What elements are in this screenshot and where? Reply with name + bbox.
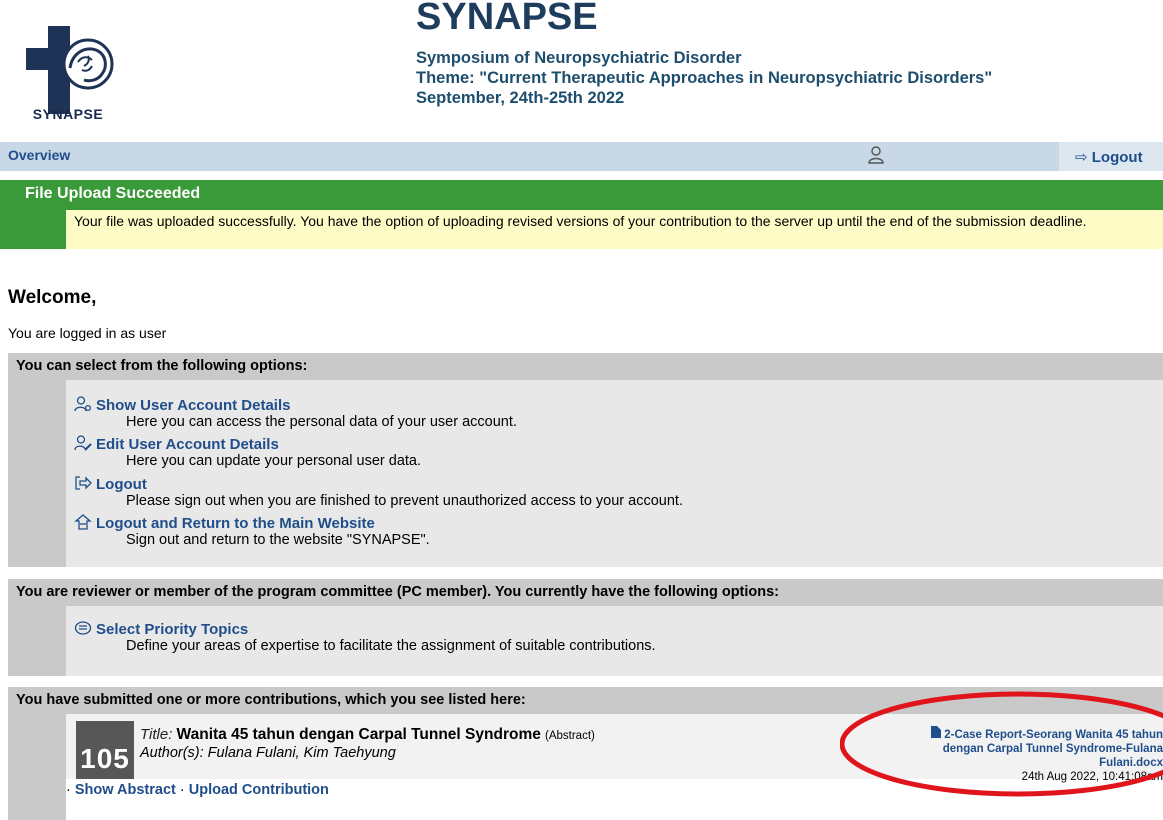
- user-view-icon: [74, 396, 92, 412]
- site-title: SYNAPSE: [416, 0, 598, 38]
- home-return-icon: [74, 514, 92, 530]
- logout-desc: Please sign out when you are finished to…: [126, 493, 683, 509]
- action-separator: ·: [66, 782, 71, 798]
- nav-logout-button[interactable]: ⇨ Logout: [1059, 142, 1163, 171]
- contribution-id-badge: 105: [76, 721, 134, 779]
- edit-account-link[interactable]: Edit User Account Details: [74, 435, 279, 453]
- logout-link[interactable]: Logout: [74, 476, 147, 493]
- priority-topics-link[interactable]: Select Priority Topics: [74, 621, 248, 638]
- subtitle-line: September, 24th-25th 2022: [416, 89, 625, 107]
- section-gutter: [8, 606, 66, 676]
- topics-icon: [74, 621, 92, 635]
- nav-bar: Overview ⇨ Logout: [0, 142, 1163, 171]
- logout-return-link[interactable]: Logout and Return to the Main Website: [74, 514, 375, 532]
- contribution-type: (Abstract): [545, 730, 595, 742]
- page-header: SYNAPSE SYNAPSE Symposium of Neuropsychi…: [0, 0, 1163, 140]
- logout-label: Logout: [96, 476, 147, 493]
- option-priority-topics: Select Priority Topics Define your areas…: [74, 620, 656, 654]
- show-account-label: Show User Account Details: [96, 397, 291, 414]
- show-account-desc: Here you can access the personal data of…: [126, 414, 517, 430]
- annotation-highlight-ellipse: [840, 691, 1163, 797]
- logged-in-text: You are logged in as user: [8, 325, 167, 341]
- notice-gutter: [0, 210, 66, 249]
- contribution-actions: · Show Abstract · Upload Contribution: [66, 782, 329, 798]
- user-icon[interactable]: [868, 146, 884, 164]
- show-abstract-link[interactable]: Show Abstract: [75, 782, 176, 798]
- options-section: Show User Account Details Here you can a…: [8, 380, 1163, 567]
- contribution-title: Title: Wanita 45 tahun dengan Carpal Tun…: [140, 726, 595, 744]
- site-subtitle: Symposium of Neuropsychiatric Disorder T…: [416, 48, 992, 108]
- pc-section-heading: You are reviewer or member of the progra…: [8, 579, 1163, 606]
- logout-icon: ⇨: [1075, 149, 1088, 166]
- section-gutter: [8, 714, 66, 820]
- section-gutter: [8, 380, 66, 567]
- show-account-link[interactable]: Show User Account Details: [74, 396, 291, 414]
- option-logout: Logout Please sign out when you are fini…: [74, 475, 683, 509]
- option-edit-account: Edit User Account Details Here you can u…: [74, 435, 421, 469]
- welcome-heading: Welcome,: [8, 287, 97, 308]
- edit-account-label: Edit User Account Details: [96, 436, 279, 453]
- logout-icon: [75, 476, 92, 490]
- logo-text: SYNAPSE: [32, 106, 104, 122]
- notice-message: Your file was uploaded successfully. You…: [66, 210, 1163, 249]
- pc-section: Select Priority Topics Define your areas…: [8, 606, 1163, 676]
- option-show-account: Show User Account Details Here you can a…: [74, 396, 517, 430]
- edit-account-desc: Here you can update your personal user d…: [126, 453, 422, 469]
- priority-topics-label: Select Priority Topics: [96, 621, 249, 638]
- upload-success-notice: File Upload Succeeded Your file was uplo…: [0, 180, 1163, 249]
- nav-logout-label: Logout: [1091, 149, 1143, 166]
- subtitle-line: Theme: "Current Therapeutic Approaches i…: [416, 69, 993, 87]
- nav-overview-link[interactable]: Overview: [8, 147, 70, 163]
- options-section-heading: You can select from the following option…: [8, 353, 1163, 380]
- logout-return-desc: Sign out and return to the website "SYNA…: [126, 532, 430, 548]
- action-separator: ·: [179, 782, 185, 798]
- notice-title: File Upload Succeeded: [0, 180, 1163, 210]
- priority-topics-desc: Define your areas of expertise to facili…: [126, 638, 656, 654]
- logout-return-label: Logout and Return to the Main Website: [96, 515, 375, 532]
- title-label: Title:: [140, 726, 173, 743]
- subtitle-line: Symposium of Neuropsychiatric Disorder: [416, 49, 742, 67]
- contribution-title-text: Wanita 45 tahun dengan Carpal Tunnel Syn…: [176, 726, 541, 743]
- contribution-authors: Author(s): Fulana Fulani, Kim Taehyung: [140, 745, 396, 761]
- upload-contribution-link[interactable]: Upload Contribution: [189, 782, 329, 798]
- option-logout-return: Logout and Return to the Main Website Si…: [74, 514, 430, 548]
- user-edit-icon: [74, 435, 92, 451]
